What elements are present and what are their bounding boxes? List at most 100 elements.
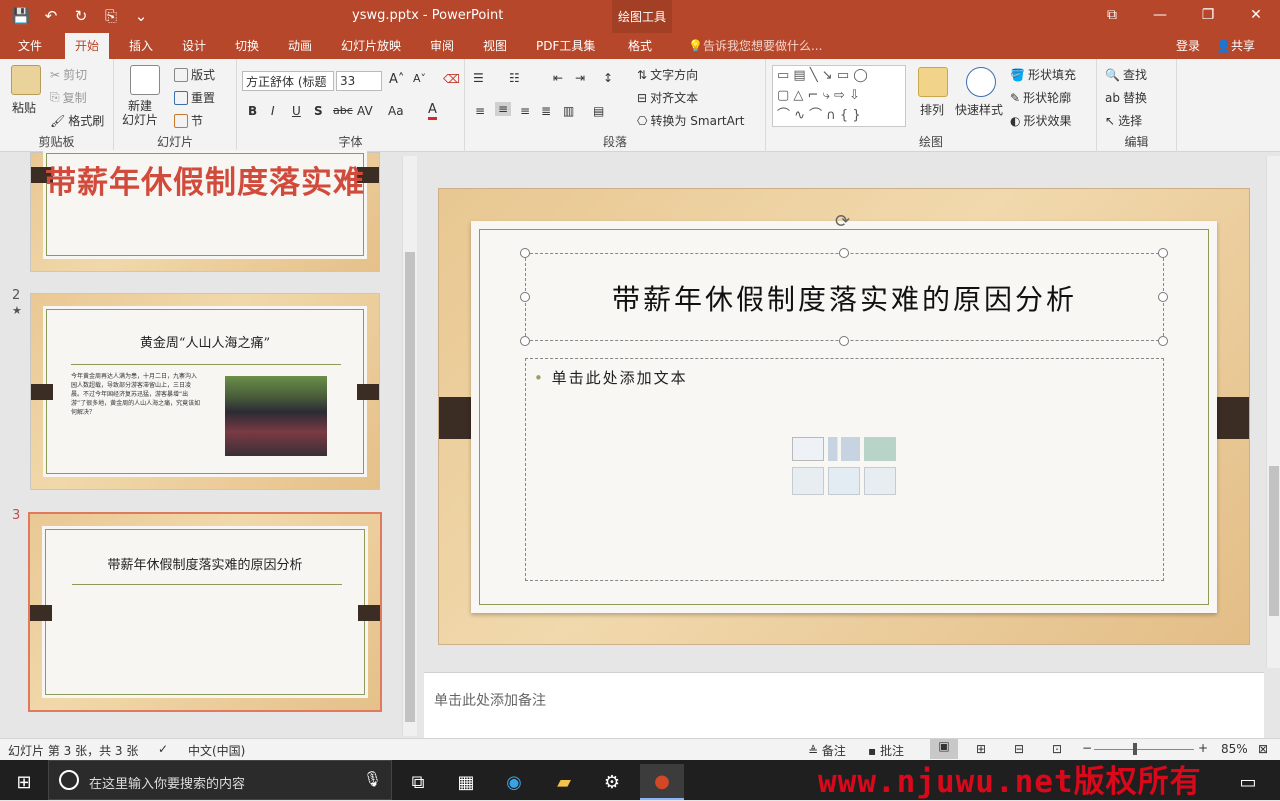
- online-picture-icon[interactable]: [828, 467, 860, 495]
- line-spacing-icon[interactable]: ↕: [603, 71, 613, 85]
- character-spacing-button[interactable]: AV: [357, 104, 373, 118]
- slide-thumbnail-1[interactable]: 带薪年休假制度落实难: [30, 152, 380, 272]
- zoom-out-icon[interactable]: −: [1082, 741, 1092, 755]
- distribute-icon[interactable]: ▥: [563, 104, 574, 118]
- language-indicator[interactable]: 中文(中国): [188, 742, 245, 759]
- text-shadow-button[interactable]: S: [314, 104, 323, 118]
- sign-in-link[interactable]: 登录: [1176, 37, 1200, 54]
- align-left-icon[interactable]: ≡: [475, 104, 485, 118]
- font-name-select[interactable]: 方正舒体 (标题: [242, 71, 334, 91]
- insert-video-icon[interactable]: [864, 467, 896, 495]
- zoom-slider[interactable]: [1094, 749, 1194, 750]
- zoom-in-icon[interactable]: +: [1198, 741, 1208, 755]
- tab-animations[interactable]: 动画: [288, 37, 312, 54]
- resize-handle[interactable]: [1158, 248, 1168, 258]
- app-icon[interactable]: ▦: [444, 764, 488, 800]
- tab-format[interactable]: 格式: [628, 37, 652, 54]
- resize-handle[interactable]: [839, 336, 849, 346]
- shapes-gallery[interactable]: ▭ ▤ ╲ ↘ ▭ ◯ ▢ △ ⌐ ⤷ ⇨ ⇩ ⌒ ∿ ⌒ ∩ { }: [772, 65, 906, 127]
- underline-button[interactable]: U: [292, 104, 301, 118]
- clear-formatting-icon[interactable]: ⌫: [443, 72, 460, 86]
- resize-handle[interactable]: [520, 292, 530, 302]
- cut-button[interactable]: ✂ 剪切: [50, 66, 87, 83]
- redo-icon[interactable]: ↻: [68, 4, 94, 28]
- align-center-icon[interactable]: ≡: [495, 102, 512, 116]
- notification-icon[interactable]: ▭: [1226, 764, 1270, 800]
- customize-qat-icon[interactable]: ⌄: [128, 4, 154, 28]
- tab-slideshow[interactable]: 幻灯片放映: [341, 37, 401, 54]
- share-button[interactable]: 👤共享: [1216, 37, 1255, 54]
- shape-effects-button[interactable]: ◐ 形状效果: [1010, 112, 1072, 129]
- slide-thumbnail-3[interactable]: 带薪年休假制度落实难的原因分析: [28, 512, 382, 712]
- file-explorer-icon[interactable]: ▰: [542, 764, 586, 800]
- scrollbar-thumb[interactable]: [405, 252, 415, 722]
- align-right-icon[interactable]: ≡: [520, 104, 530, 118]
- paste-button[interactable]: 粘贴: [12, 99, 36, 116]
- taskbar-search-box[interactable]: 在这里输入你要搜索的内容 🎙: [48, 760, 392, 800]
- slide-title[interactable]: 带薪年休假制度落实难的原因分析: [526, 278, 1163, 318]
- slide-sorter-icon[interactable]: ⊞: [976, 742, 986, 756]
- bullets-icon[interactable]: ☰: [473, 71, 484, 85]
- grow-font-icon[interactable]: A˄: [389, 72, 404, 87]
- resize-handle[interactable]: [520, 336, 530, 346]
- numbering-icon[interactable]: ☷: [509, 71, 520, 85]
- editor-scrollbar[interactable]: [1266, 156, 1280, 668]
- tab-design[interactable]: 设计: [182, 37, 206, 54]
- start-from-beginning-icon[interactable]: ⎘: [98, 4, 124, 28]
- spelling-icon[interactable]: ✓: [158, 742, 168, 756]
- settings-icon[interactable]: ⚙: [590, 764, 634, 800]
- copy-button[interactable]: ⎘ 复制: [50, 89, 87, 106]
- thumbnail-scrollbar[interactable]: [402, 156, 417, 736]
- text-direction-button[interactable]: ⇅ 文字方向: [637, 66, 698, 83]
- justify-icon[interactable]: ≣: [541, 104, 551, 118]
- increase-indent-icon[interactable]: ⇥: [575, 71, 585, 85]
- tab-review[interactable]: 审阅: [430, 37, 454, 54]
- section-button[interactable]: 节: [174, 112, 203, 129]
- insert-smartart-icon[interactable]: [864, 437, 896, 461]
- bold-button[interactable]: B: [248, 104, 257, 118]
- tell-me-box[interactable]: 💡告诉我您想要做什么...: [688, 37, 822, 54]
- rotate-handle-icon[interactable]: ⟳: [835, 211, 850, 232]
- tab-home[interactable]: 开始: [65, 33, 110, 59]
- edge-browser-icon[interactable]: ◉: [492, 764, 536, 800]
- tab-insert[interactable]: 插入: [129, 37, 153, 54]
- find-button[interactable]: 🔍 查找: [1105, 66, 1147, 83]
- font-size-select[interactable]: 33: [336, 71, 382, 91]
- format-painter-button[interactable]: 🖌 格式刷: [50, 112, 104, 129]
- resize-handle[interactable]: [839, 248, 849, 258]
- insert-chart-icon[interactable]: [828, 437, 860, 461]
- current-slide[interactable]: 带薪年休假制度落实难的原因分析 ⟳ • 单击此处添加文本: [438, 188, 1250, 645]
- notes-pane[interactable]: 单击此处添加备注: [424, 672, 1264, 738]
- task-view-icon[interactable]: ⧉: [396, 764, 440, 800]
- close-button[interactable]: ✕: [1232, 0, 1280, 30]
- arrange-button[interactable]: 排列: [920, 101, 944, 118]
- resize-handle[interactable]: [520, 248, 530, 258]
- decrease-indent-icon[interactable]: ⇤: [553, 71, 563, 85]
- select-button[interactable]: ↖ 选择: [1105, 112, 1142, 129]
- shape-fill-button[interactable]: 🪣 形状填充: [1010, 66, 1076, 83]
- shape-outline-button[interactable]: ✎ 形状轮廓: [1010, 89, 1071, 106]
- slide-thumbnail-2[interactable]: 黄金周“人山人海之痛” 今年黄金周再达人满为患，十月二日，九寨沟入园人数超载，导…: [30, 293, 380, 490]
- replace-button[interactable]: ab 替换: [1105, 89, 1147, 106]
- tab-pdf-tools[interactable]: PDF工具集: [536, 37, 595, 54]
- change-case-button[interactable]: Aa: [388, 104, 404, 118]
- powerpoint-taskbar-icon[interactable]: ●: [640, 764, 684, 800]
- italic-button[interactable]: I: [271, 104, 275, 118]
- tab-transitions[interactable]: 切换: [235, 37, 259, 54]
- content-placeholder[interactable]: • 单击此处添加文本: [525, 358, 1164, 581]
- minimize-button[interactable]: —: [1136, 0, 1184, 30]
- shrink-font-icon[interactable]: A˅: [413, 72, 426, 85]
- font-color-button[interactable]: A: [428, 102, 437, 120]
- slideshow-view-icon[interactable]: ⊡: [1052, 742, 1062, 756]
- windows-start-icon[interactable]: ⊞: [2, 764, 46, 800]
- tab-file[interactable]: 文件: [18, 37, 42, 54]
- reading-view-icon[interactable]: ⊟: [1014, 742, 1024, 756]
- restore-button[interactable]: ❐: [1184, 0, 1232, 30]
- resize-handle[interactable]: [1158, 336, 1168, 346]
- insert-table-icon[interactable]: [792, 437, 824, 461]
- zoom-level[interactable]: 85%: [1221, 742, 1248, 756]
- align-text-button[interactable]: ⊟ 对齐文本: [637, 89, 698, 106]
- layout-button[interactable]: 版式: [174, 66, 215, 83]
- strikethrough-button[interactable]: abc: [333, 104, 353, 117]
- insert-picture-icon[interactable]: [792, 467, 824, 495]
